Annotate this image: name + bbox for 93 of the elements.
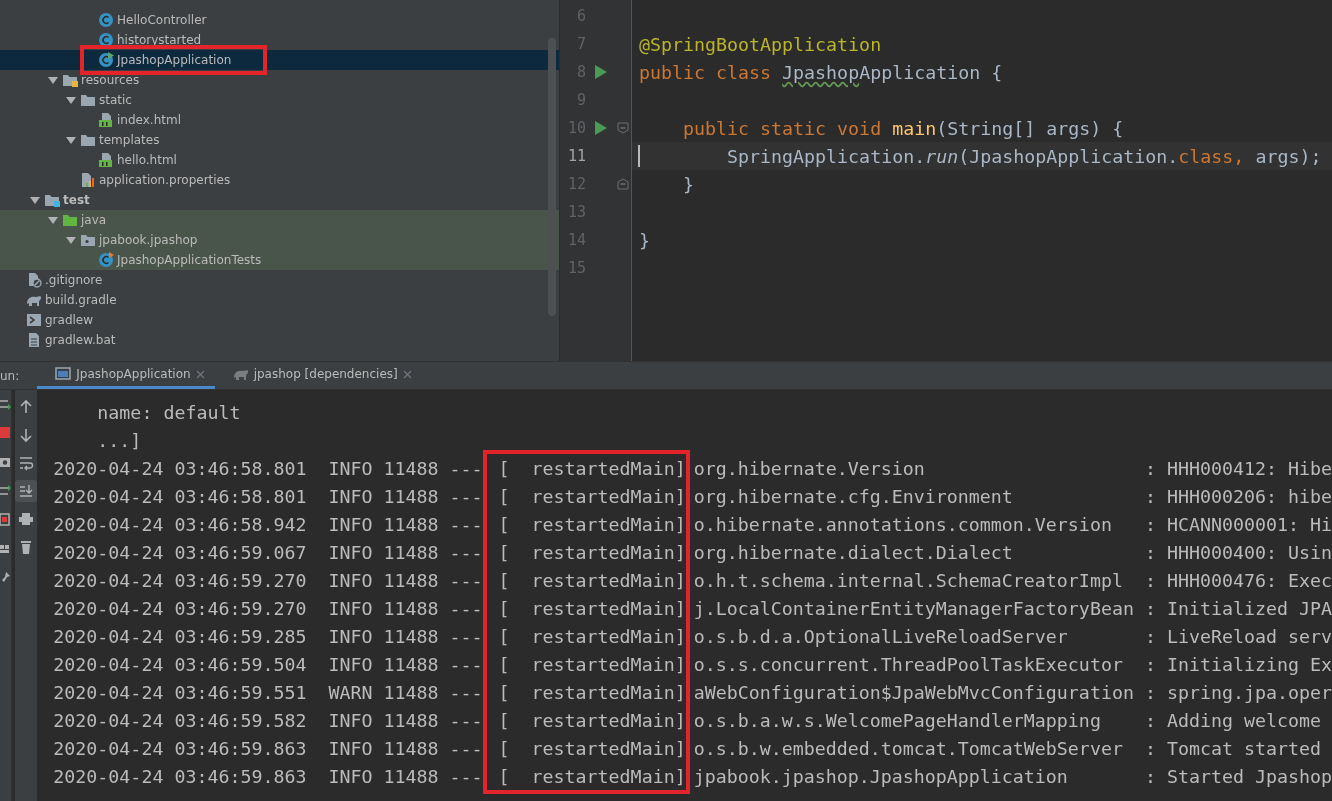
scrollbar[interactable] [548, 38, 556, 316]
expand-arrow-icon[interactable] [66, 95, 76, 105]
code-line: @SpringBootApplication [639, 33, 882, 55]
code-line: public class JpashopApplication { [639, 61, 1003, 83]
thread-name: [ restartedMain] [498, 681, 686, 703]
tree-item[interactable]: application.properties [0, 170, 559, 190]
console-line: ...] [96, 429, 142, 451]
thread-name: [ restartedMain] [498, 653, 686, 675]
stop-icon[interactable] [0, 425, 12, 441]
log-message: org.hibernate.Version : HHH000412: Hibe [693, 457, 1332, 479]
thread-name: [ restartedMain] [498, 597, 686, 619]
log-prefix: 2020-04-24 03:46:59.863 INFO 11488 --- [53, 765, 483, 787]
log-prefix: 2020-04-24 03:46:59.582 INFO 11488 --- [53, 709, 483, 731]
resources-folder-icon [62, 72, 78, 88]
expand-arrow-icon[interactable] [66, 135, 76, 145]
tree-item[interactable]: templates [0, 130, 559, 150]
tree-item[interactable]: jpabook.jpashop [0, 230, 559, 250]
expand-arrow-icon[interactable] [30, 195, 40, 205]
class-icon [98, 32, 114, 48]
file-icon [26, 332, 42, 348]
tree-item[interactable]: java [0, 210, 559, 230]
run-icon[interactable] [595, 65, 607, 79]
log-message: o.s.b.d.a.OptionalLiveReloadServer : LiveReload serv [693, 625, 1332, 647]
log-prefix: 2020-04-24 03:46:59.285 INFO 11488 --- [53, 625, 483, 647]
log-message: jpabook.jpashop.JpashopApplication : Started Jpashop [693, 765, 1332, 787]
class-icon [98, 52, 114, 68]
log-prefix: 2020-04-24 03:46:59.551 WARN 11488 --- [53, 681, 483, 703]
tree-item[interactable]: resources [0, 70, 559, 90]
log-message: aWebConfiguration$JpaWebMvcConfiguration : spring.jpa.oper [693, 681, 1332, 703]
folder-icon [62, 212, 78, 228]
log-prefix: 2020-04-24 03:46:58.942 INFO 11488 --- [53, 513, 483, 535]
log-message: o.hibernate.annotations.common.Version : HCANN000001: Hi [693, 513, 1332, 535]
thread-name: [ restartedMain] [498, 541, 686, 563]
log-message: org.hibernate.dialect.Dialect : HHH000400: Usin [693, 541, 1332, 563]
tree-item[interactable]: JpashopApplication [0, 50, 559, 70]
log-message: j.LocalContainerEntityManagerFactoryBean : Initialized JPA [693, 597, 1332, 619]
line-number: 11 [566, 147, 586, 165]
html-file-icon [98, 152, 114, 168]
tree-item[interactable]: test [0, 190, 559, 210]
thread-name: [ restartedMain] [498, 765, 686, 787]
thread-name: [ restartedMain] [498, 737, 686, 759]
package-folder-icon [80, 232, 96, 248]
expand-arrow-icon[interactable] [48, 215, 58, 225]
folder-icon [80, 132, 96, 148]
code-line: public static void main(String[] args) { [682, 117, 1124, 139]
test-folder-icon [44, 192, 60, 208]
thread-name: [ restartedMain] [498, 457, 686, 479]
log-prefix: 2020-04-24 03:46:58.801 INFO 11488 --- [53, 485, 483, 507]
code-line: SpringApplication.run(JpashopApplication.class, args); [726, 145, 1322, 167]
console-icon [55, 366, 72, 382]
class-icon [98, 12, 114, 28]
expand-arrow-icon[interactable] [48, 75, 58, 85]
tree-item[interactable]: index.html [0, 110, 559, 130]
thread-name: [ restartedMain] [498, 513, 686, 535]
properties-file-icon [80, 172, 96, 188]
log-message: o.s.s.concurrent.ThreadPoolTaskExecutor : Initializing Ex [693, 653, 1332, 675]
run-icon[interactable] [595, 121, 607, 135]
class-icon [98, 252, 114, 268]
tree-item[interactable]: historystarted [0, 30, 559, 50]
run-label: un: [0, 367, 21, 385]
tree-item[interactable]: HelloController [0, 10, 559, 30]
code-line: } [682, 173, 695, 195]
code-line: } [639, 229, 650, 251]
log-message: o.s.b.a.w.s.WelcomePageHandlerMapping : Adding welcome [693, 709, 1321, 731]
thread-name: [ restartedMain] [498, 625, 686, 647]
console-line: name: default [96, 401, 241, 423]
exit-icon[interactable] [0, 512, 12, 528]
ignore-file-icon [26, 272, 42, 288]
log-prefix: 2020-04-24 03:46:59.270 INFO 11488 --- [53, 597, 483, 619]
html-file-icon [98, 112, 114, 128]
tree-item[interactable]: gradlew.bat [0, 330, 559, 350]
log-message: org.hibernate.cfg.Environment : HHH000206: hibe [693, 485, 1332, 507]
log-prefix: 2020-04-24 03:46:59.504 INFO 11488 --- [53, 653, 483, 675]
run-tab[interactable]: jpashop [dependencies] [214, 362, 422, 389]
log-prefix: 2020-04-24 03:46:59.863 INFO 11488 --- [53, 737, 483, 759]
terminal-icon [26, 312, 42, 328]
folder-icon [80, 92, 96, 108]
log-prefix: 2020-04-24 03:46:59.270 INFO 11488 --- [53, 569, 483, 591]
tree-item[interactable]: JpashopApplicationTests [0, 250, 559, 270]
tree-item[interactable]: .gitignore [0, 270, 559, 290]
thread-name: [ restartedMain] [498, 569, 686, 591]
expand-arrow-icon[interactable] [66, 235, 76, 245]
scroll-to-end-icon[interactable] [15, 480, 38, 502]
tree-item[interactable]: gradlew [0, 310, 559, 330]
tree-item[interactable]: static [0, 90, 559, 110]
log-prefix: 2020-04-24 03:46:58.801 INFO 11488 --- [53, 457, 483, 479]
tree-item[interactable]: build.gradle [0, 290, 559, 310]
thread-name: [ restartedMain] [498, 709, 686, 731]
log-message: o.s.b.w.embedded.tomcat.TomcatWebServer : Tomcat started [693, 737, 1321, 759]
log-prefix: 2020-04-24 03:46:59.067 INFO 11488 --- [53, 541, 483, 563]
thread-name: [ restartedMain] [498, 485, 686, 507]
tree-item[interactable]: hello.html [0, 150, 559, 170]
log-message: o.h.t.schema.internal.SchemaCreatorImpl : HHH000476: Exec [693, 569, 1332, 591]
